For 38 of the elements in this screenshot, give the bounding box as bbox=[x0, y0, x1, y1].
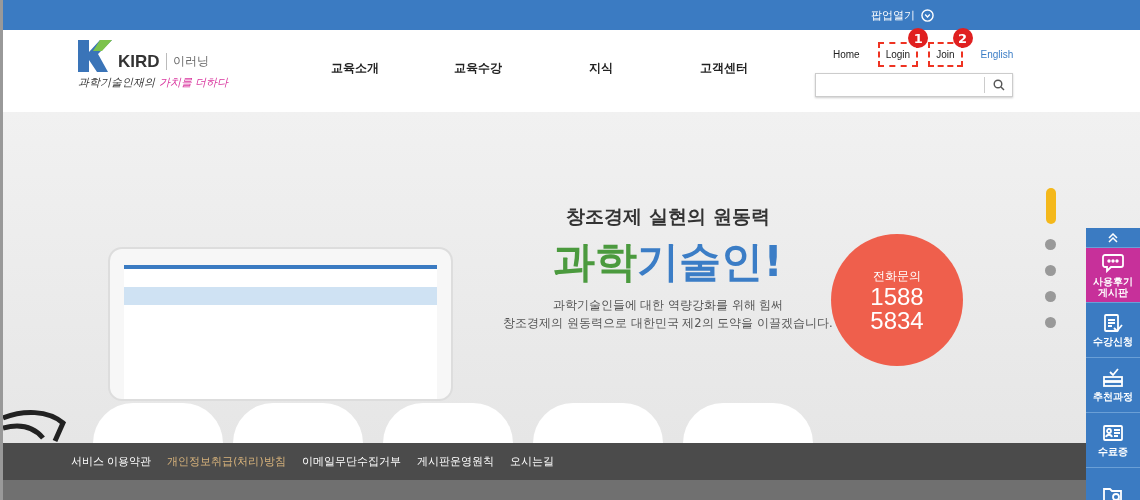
footer-link[interactable]: 개인정보취급(처리)방침 bbox=[167, 454, 286, 469]
callout-marker: 1 bbox=[908, 28, 929, 48]
footer-link[interactable]: 서비스 이용약관 bbox=[71, 454, 152, 469]
footer-link[interactable]: 이메일무단수집거부 bbox=[301, 454, 401, 469]
tagline: 과학기술인재의 bbox=[78, 75, 155, 90]
nav-link[interactable]: 교육수강 bbox=[416, 60, 539, 77]
search-icon bbox=[992, 79, 1005, 91]
header-link[interactable]: Home bbox=[825, 42, 868, 67]
speech-bubble-icon bbox=[1102, 252, 1124, 273]
phone-inquiry-badge: 전화문의 1588 5834 bbox=[831, 234, 963, 366]
slide-indicator[interactable] bbox=[1045, 317, 1056, 328]
slide-indicator[interactable] bbox=[1045, 188, 1056, 224]
hero-subtitle: 창조경제 실현의 원동력 bbox=[566, 204, 770, 229]
language-link[interactable]: English bbox=[972, 42, 1022, 67]
logo-text: KIRD bbox=[118, 52, 160, 72]
double-chevron-up-icon bbox=[1108, 232, 1118, 243]
callout-marker: 2 bbox=[952, 28, 973, 48]
nav-link[interactable]: 교육소개 bbox=[293, 60, 416, 77]
search-field[interactable] bbox=[815, 73, 1013, 97]
nav-link[interactable]: 지식 bbox=[539, 60, 662, 77]
chevron-circle-icon bbox=[921, 8, 934, 22]
hero-description: 과학기술인들에 대한 역량강화를 위해 힘써 창조경제의 원동력으로 대한민국 제2의 도약을 이끌겠습니다. bbox=[503, 297, 833, 332]
footer-link[interactable]: 게시판운영원칙 bbox=[416, 454, 494, 469]
quick-menu-item[interactable]: 사용후기 게시판 bbox=[1086, 248, 1140, 303]
checklist-icon bbox=[1102, 368, 1124, 388]
slide-indicator[interactable] bbox=[1045, 265, 1056, 276]
slide-indicator[interactable] bbox=[1045, 239, 1056, 250]
slide-indicator[interactable] bbox=[1045, 291, 1056, 302]
hero-title: 과학기술인! bbox=[553, 236, 783, 288]
tagline-accent: 가치를 더하다 bbox=[159, 75, 229, 90]
clipboard-check-icon bbox=[1102, 313, 1124, 333]
popup-open-button[interactable]: 팝업열기 bbox=[865, 6, 940, 24]
logo-icon bbox=[78, 40, 112, 72]
nav-link[interactable]: 고객센터 bbox=[662, 60, 785, 77]
id-card-icon bbox=[1102, 423, 1124, 443]
logo-subtitle: 이러닝 bbox=[165, 53, 209, 70]
folder-search-icon bbox=[1102, 485, 1124, 500]
footer-link[interactable]: 오시는길 bbox=[509, 454, 554, 469]
